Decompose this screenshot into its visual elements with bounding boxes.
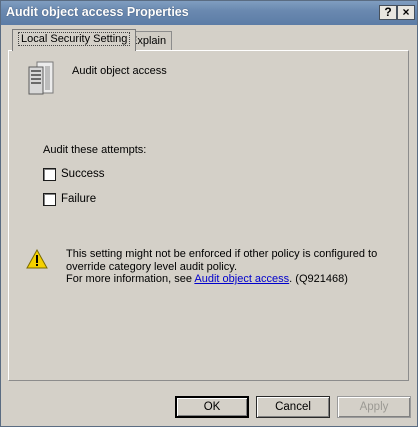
server-icon	[28, 61, 54, 95]
failure-checkbox[interactable]	[43, 192, 56, 206]
warning-prefix: For more information, see	[66, 273, 195, 285]
warning-line-2: override category level audit policy.	[66, 260, 237, 273]
warning-message: This setting might not be enforced if ot…	[66, 248, 377, 286]
apply-button[interactable]: Apply	[337, 396, 411, 418]
help-button[interactable]: ?	[379, 5, 397, 20]
warning-line-1: This setting might not be enforced if ot…	[66, 248, 378, 260]
tab-local-security-setting[interactable]: Local Security Setting	[12, 29, 137, 51]
success-label[interactable]: Success	[61, 168, 104, 180]
warning-icon	[26, 249, 48, 269]
success-checkbox[interactable]	[43, 167, 56, 181]
cancel-button[interactable]: Cancel	[256, 396, 330, 418]
audit-attempts-label: Audit these attempts:	[43, 144, 147, 156]
window-title: Audit object access Properties	[6, 5, 189, 19]
warning-suffix: . (Q921468)	[289, 273, 348, 285]
close-button[interactable]: ×	[397, 5, 415, 20]
tab-panel	[8, 50, 409, 381]
tab-label: Local Security Setting	[18, 32, 131, 46]
policy-name: Audit object access	[72, 65, 167, 77]
warning-line-3: For more information, see Audit object a…	[66, 273, 377, 286]
failure-option[interactable]: Failure	[43, 192, 96, 206]
title-bar[interactable]: Audit object access Properties ? ×	[1, 1, 417, 25]
audit-object-access-link[interactable]: Audit object access	[194, 273, 289, 285]
success-option[interactable]: Success	[43, 167, 104, 181]
failure-label[interactable]: Failure	[61, 193, 96, 205]
ok-button[interactable]: OK	[175, 396, 249, 418]
